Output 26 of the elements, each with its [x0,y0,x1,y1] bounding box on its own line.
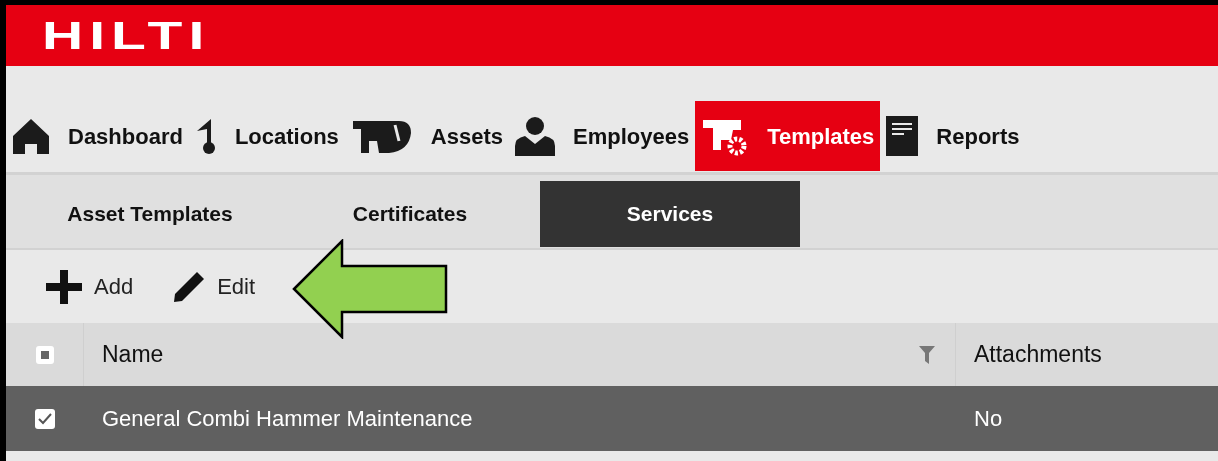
row-checkbox[interactable] [35,408,55,429]
person-icon [515,116,555,156]
table-cell-text: General Combi Hammer Maintenance [102,405,473,433]
nav-tab[interactable]: Employees [509,101,696,171]
home-icon [12,118,50,154]
pencil-icon [173,270,206,303]
nav-tab[interactable]: Dashboard [6,101,189,171]
sub-tab[interactable]: Services [540,181,800,247]
nav-tab[interactable]: Templates [695,101,881,171]
nav-tab[interactable]: Assets [344,101,509,171]
sub-tab[interactable]: Asset Templates [20,181,280,247]
table-cell-text: No [974,405,1003,433]
brand-logo: HILTI [42,16,211,55]
toolbar-button[interactable]: Add [46,269,134,304]
document-icon [886,116,919,156]
column-header: Name [102,340,164,370]
sub-tab[interactable]: Certificates [280,181,540,247]
select-all-checkbox[interactable] [35,345,54,364]
plus-icon [46,269,82,304]
toolbar-button[interactable]: Edit [173,270,256,303]
nav-tab[interactable]: Reports [880,101,1026,171]
check-icon [38,412,52,425]
filter-icon[interactable] [919,345,935,364]
nav-tab[interactable]: Locations [188,101,345,171]
table-row[interactable]: General Combi Hammer Maintenance No [6,386,1218,451]
column-header: Attachments [974,340,1102,370]
